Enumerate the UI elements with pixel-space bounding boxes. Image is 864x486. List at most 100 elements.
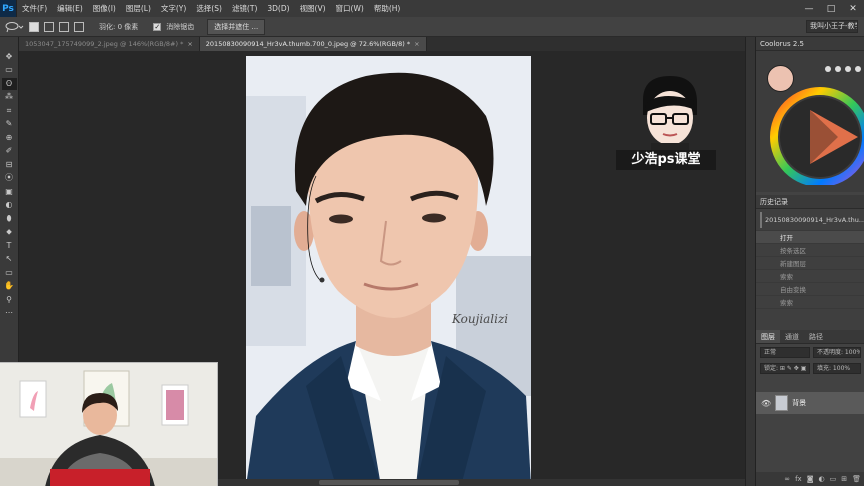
menu-view[interactable]: 视图(V) [295,0,331,17]
tab-label: 20150830090914_Hr3vA.thumb.700_0.jpeg @ … [205,40,411,48]
tab-layers[interactable]: 图层 [756,330,780,343]
add-selection-icon[interactable] [44,21,54,32]
workspace-select[interactable]: 我叫小王子-教学 [806,20,858,33]
eyedropper-tool-icon[interactable]: ✎ [2,119,17,131]
blur-tool-icon[interactable]: ⬮ [2,213,17,225]
hand-tool-icon[interactable]: ✋ [2,281,17,293]
history-brush-tool-icon[interactable]: ⦿ [2,173,17,185]
shape-tool-icon[interactable]: ▭ [2,267,17,279]
layer-name: 背景 [792,399,807,407]
brush-tool-icon[interactable]: ✐ [2,146,17,158]
tab-document-1[interactable]: 1053047_175749099_2.jpeg @ 146%(RGB/8#) … [19,37,200,51]
portrait-photo[interactable]: Koujializi [246,56,531,486]
options-bar: 羽化: 0 像素 ✓ 消除锯齿 选择并遮住 ... 我叫小王子-教学 [0,17,864,37]
cartoon-avatar-icon [643,76,697,152]
select-and-mask-button[interactable]: 选择并遮住 ... [207,18,266,35]
adjustment-icon[interactable]: ◐ [819,475,825,483]
history-title[interactable]: 历史记录 [756,195,864,209]
foreground-color-swatch[interactable] [767,65,794,92]
blend-mode-select[interactable]: 正常 [760,347,810,358]
history-item[interactable]: 按条选区 [756,244,864,257]
more-tools-icon[interactable]: ⋯ [2,308,17,320]
window-controls: — □ ✕ [798,0,864,17]
history-snapshot[interactable]: 20150830090914_Hr3vA.thu... [756,209,864,231]
coolorus-title[interactable]: Coolorus 2.5 [756,37,864,51]
layer-thumbnail [775,395,789,411]
snapshot-thumbnail [760,211,762,228]
panel-dock-strip[interactable] [745,37,755,486]
quick-select-tool-icon[interactable]: ⁂ [2,92,17,104]
type-tool-icon[interactable]: T [2,240,17,252]
mask-icon[interactable]: ◙ [807,475,814,483]
tab-close-icon[interactable]: × [414,40,419,48]
tab-close-icon[interactable]: × [187,40,192,48]
photoshop-logo: Ps [0,0,17,17]
close-button[interactable]: ✕ [842,0,864,17]
menu-image[interactable]: 图像(I) [88,0,121,17]
eye-icon[interactable]: 👁 [761,399,771,408]
channel-logo-text: 少浩ps课堂 [616,150,716,170]
lock-controls[interactable]: 锁定: ⊞ ✎ ✥ ▣ [760,363,810,374]
subtract-selection-icon[interactable] [59,21,69,32]
gradient-tool-icon[interactable]: ◐ [2,200,17,212]
menu-window[interactable]: 窗口(W) [331,0,369,17]
menu-3d[interactable]: 3D(D) [262,0,294,17]
layers-footer: ∞ fx ◙ ◐ ▭ ⊞ 🗑 [756,472,864,486]
menu-type[interactable]: 文字(Y) [156,0,191,17]
history-item[interactable]: 自由变换 [756,283,864,296]
history-item[interactable]: 打开 [756,231,864,244]
coolorus-panel: Coolorus 2.5 [756,37,864,192]
history-item[interactable]: 新建图层 [756,257,864,270]
new-layer-icon[interactable]: ⊞ [841,475,847,483]
menu-select[interactable]: 选择(S) [191,0,227,17]
photoshop-window: Ps 文件(F) 编辑(E) 图像(I) 图层(L) 文字(Y) 选择(S) 滤… [0,0,864,486]
pen-tool-icon[interactable]: ⬥ [2,227,17,239]
lasso-tool-icon[interactable]: ʘ [1,78,17,90]
fill-field[interactable]: 填充: 100% [813,363,861,374]
tab-label: 1053047_175749099_2.jpeg @ 146%(RGB/8#) … [25,40,184,48]
tab-document-2[interactable]: 20150830090914_Hr3vA.thumb.700_0.jpeg @ … [199,37,427,51]
history-item[interactable]: 索索 [756,296,864,309]
menu-layer[interactable]: 图层(L) [121,0,156,17]
layer-lock-row: 锁定: ⊞ ✎ ✥ ▣ 填充: 100% [760,363,861,376]
fx-icon[interactable]: fx [795,475,802,483]
intersect-selection-icon[interactable] [74,21,84,32]
healing-tool-icon[interactable]: ⊕ [2,132,17,144]
move-tool-icon[interactable]: ✥ [2,51,17,63]
history-item[interactable]: 索索 [756,270,864,283]
menu-bar: Ps 文件(F) 编辑(E) 图像(I) 图层(L) 文字(Y) 选择(S) 滤… [0,0,864,17]
channel-logo: 少浩ps课堂 [613,70,718,175]
lasso-icon[interactable] [4,21,24,33]
maximize-button[interactable]: □ [820,0,842,17]
path-select-tool-icon[interactable]: ↖ [2,254,17,266]
feather-field[interactable]: 羽化: 0 像素 [99,22,138,32]
zoom-tool-icon[interactable]: ⚲ [2,294,17,306]
document-tabs: 1053047_175749099_2.jpeg @ 146%(RGB/8#) … [19,37,753,51]
folder-icon[interactable]: ▭ [830,475,837,483]
layer-blend-row: 正常 不透明度: 100% [760,347,861,360]
snapshot-label: 20150830090914_Hr3vA.thu... [765,215,864,224]
trash-icon[interactable]: 🗑 [852,475,861,483]
layer-row-background[interactable]: 👁 背景 [756,392,864,414]
link-icon[interactable]: ∞ [784,475,790,483]
menu-file[interactable]: 文件(F) [17,0,52,17]
stamp-tool-icon[interactable]: ⊟ [2,159,17,171]
right-panels: Coolorus 2.5 历史记录 20150830090914_Hr3vA.t [755,37,864,486]
eraser-tool-icon[interactable]: ▣ [2,186,17,198]
opacity-field[interactable]: 不透明度: 100% [813,347,861,358]
menu-help[interactable]: 帮助(H) [369,0,406,17]
scrollbar-thumb[interactable] [319,480,459,485]
layers-tabs: 图层 通道 路径 [756,330,864,344]
menu-filter[interactable]: 滤镜(T) [227,0,262,17]
webcam-overlay [0,362,218,486]
crop-tool-icon[interactable]: ⌗ [2,105,17,117]
minimize-button[interactable]: — [798,0,820,17]
new-selection-icon[interactable] [29,21,39,32]
tab-channels[interactable]: 通道 [780,330,804,343]
menu-edit[interactable]: 编辑(E) [52,0,88,17]
antialias-checkbox[interactable]: ✓ [153,22,162,31]
photo-signature: Koujializi [452,312,509,326]
tab-paths[interactable]: 路径 [804,330,828,343]
marquee-tool-icon[interactable]: ▭ [2,65,17,77]
history-panel: 历史记录 20150830090914_Hr3vA.thu... 打开 按条选区… [756,195,864,330]
